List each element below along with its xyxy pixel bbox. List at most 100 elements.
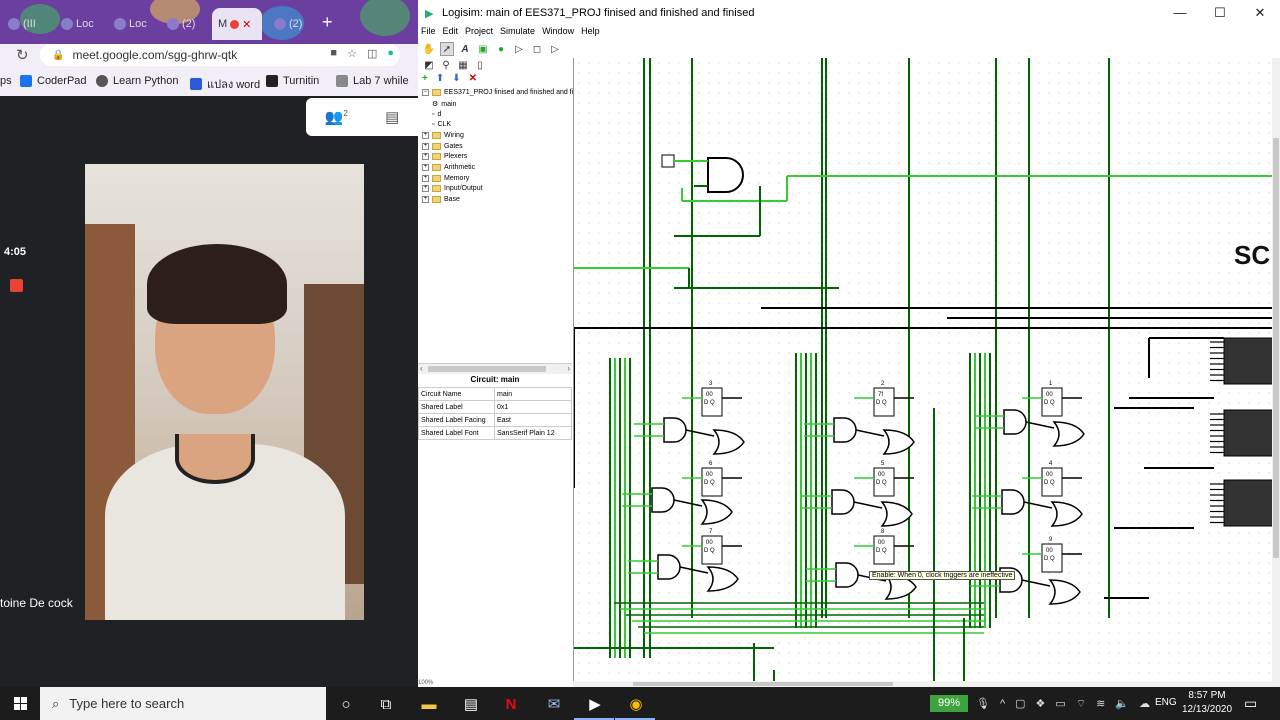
close-button[interactable]: ✕	[1240, 0, 1280, 26]
tree-lib-io[interactable]: + Input/Output	[422, 185, 483, 192]
zoom-level[interactable]: 100%	[418, 680, 433, 686]
delete-circuit-icon[interactable]: ✕	[469, 73, 477, 87]
taskbar-clock[interactable]: 8:57 PM 12/13/2020	[1180, 689, 1234, 717]
menu-project[interactable]: Project	[465, 26, 493, 40]
output-pin-icon[interactable]: ●	[494, 42, 508, 56]
browser-tab[interactable]: (2)	[161, 8, 211, 40]
attribute-row[interactable]: Shared Label 0x1	[418, 400, 572, 414]
attribute-row[interactable]: Circuit Name main	[418, 387, 572, 401]
move-down-icon[interactable]: ⬇	[452, 73, 460, 87]
notifications-icon[interactable]: ▭	[1244, 695, 1257, 712]
simulation-tree-icon[interactable]: ▯	[473, 58, 487, 72]
onedrive-icon[interactable]: ☁	[1139, 697, 1150, 710]
layout-edit-icon[interactable]: ◩	[422, 58, 436, 72]
browser-tab[interactable]: Loc	[108, 8, 158, 40]
address-bar[interactable]: 🔒 meet.google.com/sgg-ghrw-qtk ■ ☆ ◫ ●	[40, 44, 400, 66]
people-icon[interactable]: 👥2	[325, 108, 348, 126]
attribute-value[interactable]: East	[494, 413, 572, 427]
attribute-row[interactable]: Shared Label Font SansSerif Plain 12	[418, 426, 572, 440]
browser-tab[interactable]: Loc	[55, 8, 105, 40]
browser-tab[interactable]: (2)	[268, 8, 318, 40]
appearance-edit-icon[interactable]: ⚲	[439, 58, 453, 72]
display-icon[interactable]: ▭	[1055, 697, 1065, 710]
scrollbar-thumb[interactable]	[428, 366, 546, 372]
bookmark-turnitin[interactable]: Turnitin	[266, 75, 319, 87]
input-pin-icon[interactable]: ▣	[476, 42, 490, 56]
tree-lib-plexers[interactable]: + Plexers	[422, 153, 467, 160]
explorer-scrollbar[interactable]: ‹ ›	[418, 363, 572, 374]
language-indicator[interactable]: ENG	[1155, 697, 1177, 708]
network-icon[interactable]: ⌔	[1076, 697, 1086, 711]
bookmark-coderpad[interactable]: CoderPad	[20, 75, 87, 87]
camera-icon[interactable]: ■	[330, 47, 337, 60]
tree-lib-memory[interactable]: + Memory	[422, 175, 469, 182]
attribute-value[interactable]: SansSerif Plain 12	[494, 426, 572, 440]
menu-file[interactable]: File	[421, 26, 436, 40]
attribute-value[interactable]: 0x1	[494, 400, 572, 414]
buffer-gate-icon[interactable]: ▷	[512, 42, 526, 56]
bookmark-word[interactable]: แปลง word	[190, 75, 260, 93]
battery-indicator[interactable]: 99%	[930, 695, 968, 712]
circuit-canvas[interactable]: 00 D Q 3 7f D Q 2 00 D Q 1 00 D Q 6 00 D Q 5 00 D Q 4 00 D …	[573, 58, 1280, 687]
poke-tool-icon[interactable]: ✋	[422, 42, 436, 56]
expand-icon[interactable]: +	[422, 175, 429, 182]
chrome-icon[interactable]: ◉	[625, 693, 647, 715]
maximize-button[interactable]: ☐	[1200, 0, 1240, 26]
scrollbar-thumb[interactable]	[1273, 138, 1279, 558]
move-up-icon[interactable]: ⬆	[436, 73, 444, 87]
media-player-icon[interactable]: ▶	[584, 693, 606, 715]
scroll-right-icon[interactable]: ›	[567, 364, 570, 373]
tree-circuit-main[interactable]: ⚙ main	[432, 100, 456, 109]
add-circuit-icon[interactable]: +	[422, 73, 428, 87]
bookmark-lab7[interactable]: Lab 7 while	[336, 75, 409, 87]
extension-icon[interactable]: ◫	[367, 47, 377, 60]
tree-lib-wiring[interactable]: + Wiring	[422, 132, 464, 139]
and-gate-icon[interactable]: ◻	[530, 42, 544, 56]
taskbar-search[interactable]: ⌕ Type here to search	[40, 687, 326, 720]
browser-tab[interactable]: (III	[2, 8, 52, 40]
project-root[interactable]: − EES371_PROJ finised and finished and f…	[422, 89, 586, 96]
document-app-icon[interactable]: ▤	[460, 693, 482, 715]
new-tab-button[interactable]: +	[322, 12, 333, 33]
scrollbar-thumb[interactable]	[633, 682, 893, 686]
tree-circuit-d[interactable]: ▫ d	[432, 111, 441, 118]
menu-window[interactable]: Window	[542, 26, 574, 40]
expand-icon[interactable]: +	[422, 132, 429, 139]
tree-circuit-clk[interactable]: ▫ CLK	[432, 121, 451, 128]
expand-icon[interactable]: +	[422, 196, 429, 203]
netflix-icon[interactable]: N	[500, 693, 522, 715]
bookmark-truncated[interactable]: ps	[0, 75, 12, 87]
tree-lib-base[interactable]: + Base	[422, 196, 460, 203]
reload-icon[interactable]: ↻	[16, 46, 29, 64]
chat-icon[interactable]: ▤	[385, 108, 399, 126]
grammarly-icon[interactable]: ●	[387, 47, 394, 60]
wifi-icon[interactable]: ≋	[1096, 697, 1105, 710]
volume-icon[interactable]: 🔈	[1115, 697, 1129, 710]
file-explorer-icon[interactable]: ▬	[418, 693, 440, 715]
expand-icon[interactable]: +	[422, 153, 429, 160]
text-tool-icon[interactable]: A	[458, 42, 472, 56]
collapse-icon[interactable]: −	[422, 89, 429, 96]
or-gate-icon[interactable]: ▷	[548, 42, 562, 56]
menu-help[interactable]: Help	[581, 26, 600, 40]
expand-icon[interactable]: +	[422, 185, 429, 192]
minimize-button[interactable]: —	[1160, 0, 1200, 26]
expand-icon[interactable]: +	[422, 143, 429, 150]
close-tab-icon[interactable]: ✕	[242, 18, 251, 31]
task-view-icon[interactable]: ⧉	[375, 693, 397, 715]
dropbox-icon[interactable]: ❖	[1036, 697, 1046, 710]
cortana-icon[interactable]: ○	[335, 693, 357, 715]
circuit-drawing[interactable]: 00 D Q 3 7f D Q 2 00 D Q 1 00 D Q 6 00 D Q 5 00 D Q 4 00 D …	[574, 58, 1280, 687]
bookmark-learn-python[interactable]: Learn Python	[96, 75, 178, 87]
star-icon[interactable]: ☆	[347, 47, 357, 60]
device-icon[interactable]: ▢	[1015, 697, 1025, 710]
toolbar-toggle-icon[interactable]: ▦	[456, 58, 470, 72]
microphone-icon[interactable]: 🎙	[976, 697, 990, 710]
attribute-value[interactable]: main	[494, 387, 572, 401]
attribute-row[interactable]: Shared Label Facing East	[418, 413, 572, 427]
tree-lib-gates[interactable]: + Gates	[422, 143, 463, 150]
canvas-vertical-scrollbar[interactable]	[1272, 58, 1280, 687]
tree-lib-arithmetic[interactable]: + Arithmetic	[422, 164, 475, 171]
scroll-left-icon[interactable]: ‹	[420, 364, 423, 373]
mail-app-icon[interactable]: ✉	[543, 693, 565, 715]
